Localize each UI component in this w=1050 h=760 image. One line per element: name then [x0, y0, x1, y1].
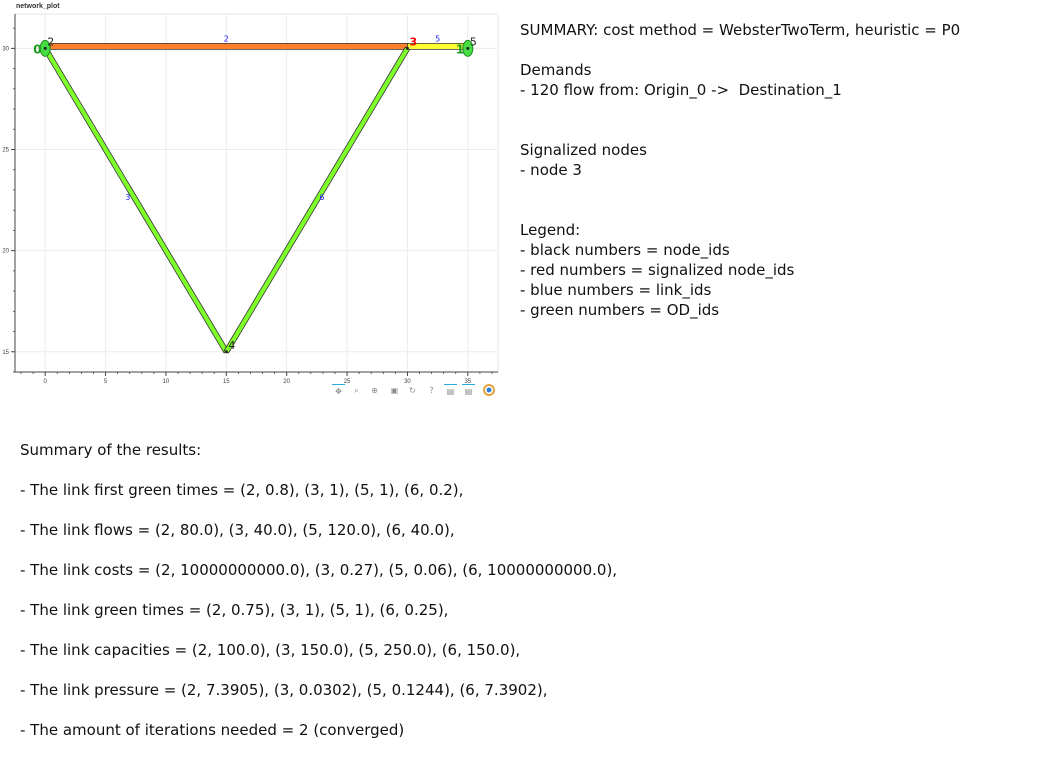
link-id-label: 3: [125, 193, 130, 202]
y-tick-label: 30: [2, 46, 9, 52]
od-id-label: 0: [33, 42, 41, 56]
network-plot[interactable]: 0 5 10 15 20 25 30 3515202530 23560 12 345: [0, 0, 510, 405]
node-id-label: 2: [47, 35, 54, 48]
legend-title: Legend:: [520, 221, 581, 239]
hover-icon-2[interactable]: ▤: [462, 384, 475, 399]
signalized-title: Signalized nodes: [520, 141, 647, 159]
pan-icon[interactable]: ✥: [332, 384, 345, 399]
x-tick-label: 0: [44, 379, 48, 385]
result-pressure: - The link pressure = (2, 7.3905), (3, 0…: [20, 681, 548, 699]
hover-icon[interactable]: ▤: [444, 384, 457, 399]
link-id-label: 2: [224, 34, 229, 43]
summary-panel: SUMMARY: cost method = WebsterTwoTerm, h…: [520, 20, 1040, 320]
demands-title: Demands: [520, 61, 592, 79]
result-flows: - The link flows = (2, 80.0), (3, 40.0),…: [20, 521, 455, 539]
signalized-item: - node 3: [520, 161, 582, 179]
result-capacities: - The link capacities = (2, 100.0), (3, …: [20, 641, 521, 659]
y-tick-label: 20: [2, 249, 9, 255]
reset-icon[interactable]: ↻: [406, 384, 419, 398]
plot-area: [14, 13, 499, 373]
link-id-label: 5: [435, 34, 440, 43]
demand-item: - 120 flow from: Origin_0 -> Destination…: [520, 81, 842, 99]
save-icon[interactable]: ▣: [388, 384, 401, 398]
result-first-green: - The link first green times = (2, 0.8),…: [20, 481, 464, 499]
node-id-label: 4: [228, 339, 235, 352]
result-costs: - The link costs = (2, 10000000000.0), (…: [20, 561, 618, 579]
link-id-label: 6: [319, 193, 324, 202]
od-id-label: 1: [456, 42, 464, 56]
x-tick-label: 20: [283, 379, 290, 385]
legend-item-blue: - blue numbers = link_ids: [520, 281, 712, 299]
results-panel: Summary of the results: - The link first…: [20, 440, 1040, 760]
result-iterations: - The amount of iterations needed = 2 (c…: [20, 721, 405, 739]
summary-header: SUMMARY: cost method = WebsterTwoTerm, h…: [520, 21, 961, 39]
link-2: [44, 42, 408, 50]
legend-item-green: - green numbers = OD_ids: [520, 301, 720, 319]
x-tick-label: 15: [223, 379, 230, 385]
node-id-label: 5: [470, 35, 477, 48]
result-green-times: - The link green times = (2, 0.75), (3, …: [20, 601, 449, 619]
x-tick-label: 10: [163, 379, 170, 385]
y-tick-label: 15: [2, 350, 9, 356]
wheel-zoom-icon[interactable]: ⊕: [368, 384, 381, 398]
help-icon[interactable]: ?: [425, 384, 438, 398]
legend-item-red: - red numbers = signalized node_ids: [520, 261, 795, 279]
results-title: Summary of the results:: [20, 441, 202, 459]
y-tick-label: 25: [2, 148, 9, 154]
legend-item-black: - black numbers = node_ids: [520, 241, 730, 259]
box-zoom-icon[interactable]: ⌕: [350, 384, 363, 398]
bokeh-logo-icon[interactable]: [482, 384, 495, 398]
plot-grid: [14, 13, 499, 373]
plot-toolbar: ✥ ⌕ ⊕ ▣ ↻ ? ▤ ▤: [330, 384, 500, 400]
signalized-node-label: 3: [409, 35, 417, 48]
x-tick-label: 5: [104, 379, 108, 385]
